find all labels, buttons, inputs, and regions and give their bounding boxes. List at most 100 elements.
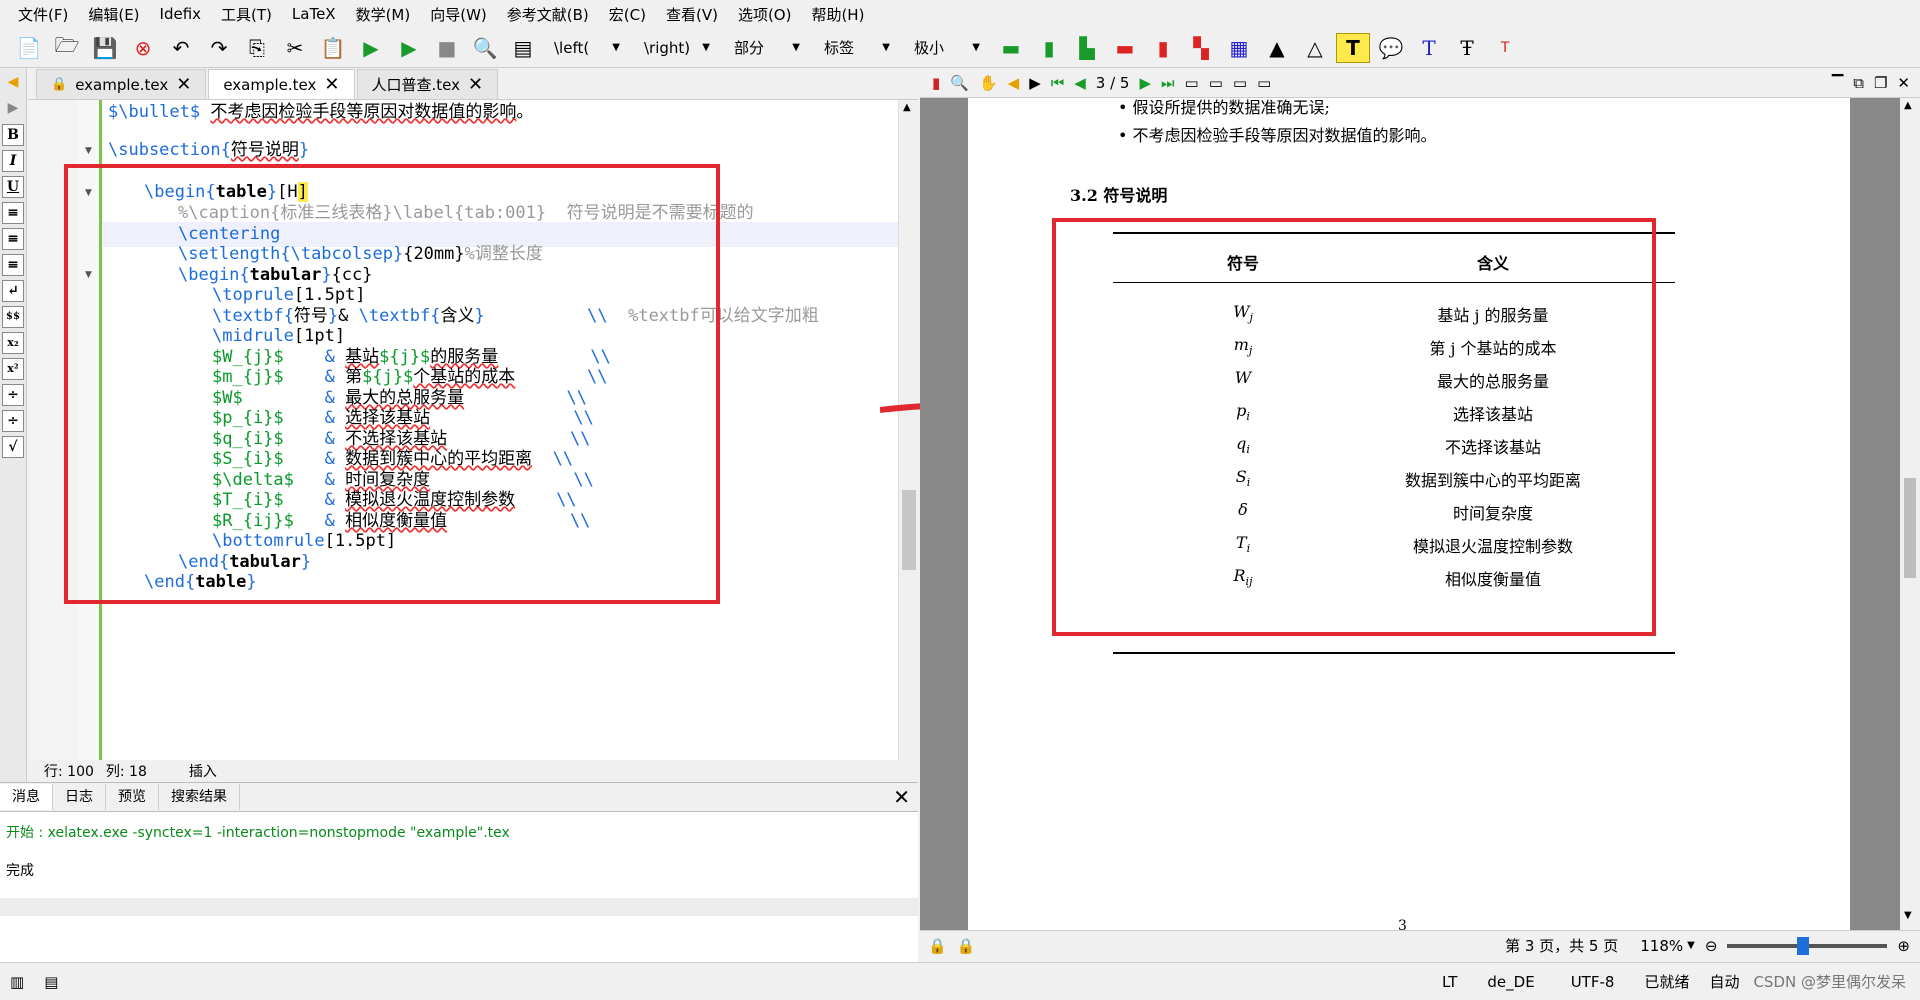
compile-icon[interactable]: ▶ <box>354 33 388 63</box>
left-delim-select[interactable]: \left(▼ <box>544 34 630 62</box>
text-tool-icon[interactable]: T <box>1336 32 1370 63</box>
scroll-thumb[interactable] <box>902 490 916 570</box>
save-icon[interactable]: 💾 <box>88 33 122 63</box>
right-delim-select[interactable]: \right) ▼ <box>634 34 720 62</box>
cell-icon[interactable]: ▙ <box>1070 33 1104 63</box>
vline-icon[interactable]: ▮ <box>1032 33 1066 63</box>
newline-icon[interactable]: ↵ <box>2 280 24 302</box>
redo-icon[interactable]: ↷ <box>202 33 236 63</box>
menu-item[interactable]: 帮助(H) <box>801 4 874 25</box>
close-icon[interactable]: ✕ <box>893 785 910 809</box>
arrow-left-icon[interactable]: ◀ <box>1008 74 1020 92</box>
text-red-icon[interactable]: T <box>1488 33 1522 63</box>
close-doc-icon[interactable]: ⊗ <box>126 33 160 63</box>
scroll-thumb[interactable] <box>1904 478 1916 578</box>
comment-icon[interactable]: 💬 <box>1374 33 1408 63</box>
tab-example-locked[interactable]: 🔒 example.tex ✕ <box>36 69 207 99</box>
copy-icon[interactable]: ⎘ <box>240 33 274 63</box>
encoding[interactable]: UTF-8 <box>1571 973 1615 991</box>
fraction-icon[interactable]: ÷ <box>2 384 24 406</box>
sidebar-toggle-icon[interactable]: ▥ <box>10 973 24 991</box>
lock-icon[interactable]: 🔒 <box>928 937 947 955</box>
delete-cell-icon[interactable]: ▚ <box>1184 33 1218 63</box>
menu-item[interactable]: 编辑(E) <box>78 4 149 25</box>
page-view2-icon[interactable]: ▭ <box>1209 74 1223 92</box>
menu-item[interactable]: Idefix <box>150 5 212 23</box>
pdf-icon[interactable]: ▮ <box>932 74 940 92</box>
zoom-level[interactable]: 118% <box>1640 937 1683 955</box>
hand-icon[interactable]: ✋ <box>979 74 998 92</box>
bold-icon[interactable]: B <box>2 124 24 146</box>
open-file-icon[interactable]: 🗁 <box>50 33 84 63</box>
code-editor[interactable]: ▼ ▼ ▼ $\bullet$ 不考虑因检验手段等原因对数据值的影响。 \sub… <box>28 100 918 760</box>
delete-col-icon[interactable]: ▮ <box>1146 33 1180 63</box>
prev-page-icon[interactable]: ◀ <box>1074 74 1086 92</box>
pdf-viewer[interactable]: • 假设所提供的数据准确无误; • 不考虑因检验手段等原因对数据值的影响。 3.… <box>920 98 1900 934</box>
menu-item[interactable]: 文件(F) <box>8 4 78 25</box>
first-page-icon[interactable]: ⏮ <box>1051 74 1065 92</box>
highlight2-icon[interactable]: △ <box>1298 33 1332 63</box>
run-icon[interactable]: ▶ <box>392 33 426 63</box>
mode[interactable]: 自动 <box>1709 971 1739 992</box>
sqrt-icon[interactable]: √ <box>2 436 24 458</box>
close-icon[interactable]: ✕ <box>176 74 191 95</box>
math-icon[interactable]: $$ <box>2 306 24 328</box>
fold-marker-icon[interactable]: ▼ <box>85 146 92 156</box>
menu-item[interactable]: 向导(W) <box>420 4 497 25</box>
zoom-slider[interactable] <box>1727 936 1888 955</box>
text-strike-icon[interactable]: Ŧ <box>1450 33 1484 63</box>
arrow-right-icon[interactable]: ▶ <box>2 98 24 120</box>
label-select[interactable]: 标签 ▼ <box>814 34 900 62</box>
sync-lock-icon[interactable]: 🔒 <box>957 937 976 955</box>
scroll-up-icon[interactable]: ▲ <box>903 102 911 113</box>
subscript-icon[interactable]: x₂ <box>2 332 24 354</box>
highlight-icon[interactable]: ▲ <box>1260 33 1294 63</box>
chevron-down-icon[interactable]: ▼ <box>1687 940 1695 951</box>
panel-toggle-icon[interactable]: ▤ <box>44 973 58 991</box>
tab-log[interactable]: 日志 <box>53 784 106 810</box>
delete-row-icon[interactable]: ▬ <box>1108 33 1142 63</box>
restore-icon[interactable]: ⧉ <box>1853 74 1864 92</box>
tab-preview[interactable]: 预览 <box>106 784 159 810</box>
scroll-down-icon[interactable]: ▼ <box>1904 910 1912 921</box>
page-view-icon[interactable]: ▭ <box>1185 74 1199 92</box>
tab-search-results[interactable]: 搜索结果 <box>159 784 240 810</box>
dfrac-icon[interactable]: ÷ <box>2 410 24 432</box>
menu-item[interactable]: 查看(V) <box>656 4 728 25</box>
scroll-up-icon[interactable]: ▲ <box>1904 100 1912 111</box>
align-center-icon[interactable]: ≡ <box>2 228 24 250</box>
superscript-icon[interactable]: x² <box>2 358 24 380</box>
language[interactable]: de_DE <box>1487 973 1534 991</box>
page-view4-icon[interactable]: ▭ <box>1257 74 1271 92</box>
minimize-icon[interactable]: ▔ <box>1832 74 1844 92</box>
next-page-icon[interactable]: ▶ <box>1139 74 1151 92</box>
size-select[interactable]: 极小 ▼ <box>904 34 990 62</box>
menu-item[interactable]: 参考文献(B) <box>497 4 599 25</box>
menu-item[interactable]: 选项(O) <box>728 4 802 25</box>
window-icon[interactable]: ❐ <box>1874 74 1887 92</box>
last-page-icon[interactable]: ⏭ <box>1161 74 1175 92</box>
menu-item[interactable]: LaTeX <box>282 5 346 23</box>
close-icon[interactable]: ✕ <box>324 74 339 95</box>
tab-census[interactable]: 人口普查.tex ✕ <box>356 69 499 99</box>
hline-icon[interactable]: ▬ <box>994 33 1028 63</box>
menu-item[interactable]: 数学(M) <box>346 4 421 25</box>
align-right-icon[interactable]: ≡ <box>2 254 24 276</box>
section-select[interactable]: 部分 ▼ <box>724 34 810 62</box>
close-icon[interactable]: ✕ <box>1897 74 1910 92</box>
log-icon[interactable]: ▤ <box>506 33 540 63</box>
zoom-icon[interactable]: 🔍 <box>950 74 969 92</box>
menu-item[interactable]: 工具(T) <box>211 4 282 25</box>
close-icon[interactable]: ✕ <box>468 74 483 95</box>
arrow-right-icon[interactable]: ▶ <box>1029 74 1041 92</box>
page-view3-icon[interactable]: ▭ <box>1233 74 1247 92</box>
tab-messages[interactable]: 消息 <box>0 784 53 810</box>
paste-icon[interactable]: 📋 <box>316 33 350 63</box>
pdf-scrollbar[interactable]: ▲ ▼ <box>1900 98 1920 930</box>
stop-icon[interactable]: ■ <box>430 33 464 63</box>
zoom-slider-thumb[interactable] <box>1797 936 1810 955</box>
cut-icon[interactable]: ✂ <box>278 33 312 63</box>
menu-item[interactable]: 宏(C) <box>599 4 656 25</box>
zoom-out-icon[interactable]: ⊖ <box>1705 937 1718 955</box>
new-file-icon[interactable]: 📄 <box>12 33 46 63</box>
